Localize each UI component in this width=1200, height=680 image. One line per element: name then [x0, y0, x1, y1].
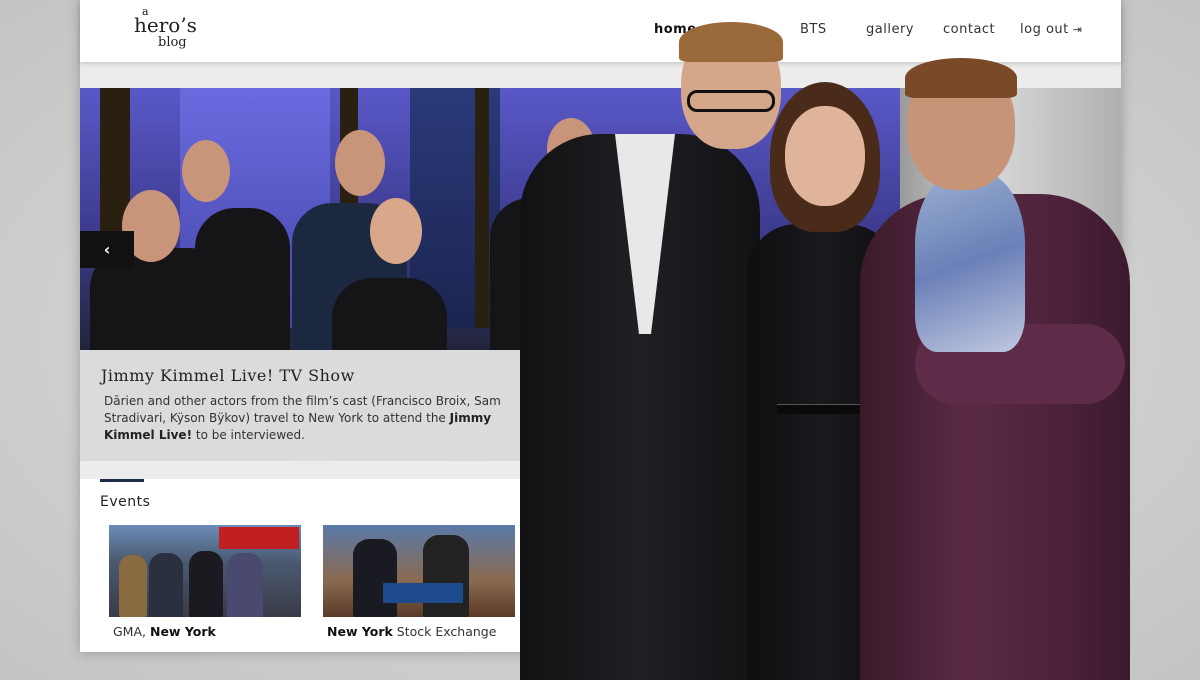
- guest-head: [370, 198, 422, 264]
- caption-text-1: Dārien and other actors from the film’s …: [104, 394, 501, 425]
- guest-head: [547, 118, 595, 180]
- events-title: Events: [100, 494, 151, 510]
- slider-prev-button[interactable]: ‹: [80, 231, 134, 268]
- guest-head: [335, 130, 385, 196]
- event-label: New York Stock Exchange: [327, 624, 497, 639]
- slide-caption: Jimmy Kimmel Live! TV Show Dārien and ot…: [80, 350, 540, 461]
- event-label: Marvel H: [541, 624, 597, 639]
- caption-text: Dārien and other actors from the film’s …: [101, 393, 520, 444]
- nav-contact[interactable]: contact: [943, 22, 995, 37]
- guest-head: [182, 140, 230, 202]
- events-section: Events GMA, New York New York Stock Exch…: [80, 479, 1121, 652]
- event-thumbnail: [537, 525, 729, 617]
- nav-logout[interactable]: log out ⇥: [1020, 22, 1082, 37]
- hero-slider: ‹ Jimmy Kimmel Live! TV Show Dārien and …: [80, 88, 1121, 461]
- caption-title: Jimmy Kimmel Live! TV Show: [101, 366, 355, 385]
- main-nav: home BTS gallery contact log out ⇥: [80, 22, 1121, 42]
- event-card[interactable]: GMA, New York: [109, 525, 301, 639]
- event-card[interactable]: New York Stock Exchange: [323, 525, 515, 639]
- logout-icon: ⇥: [1072, 23, 1083, 36]
- event-label: GMA, New York: [113, 624, 216, 639]
- event-thumbnail: [323, 525, 515, 617]
- event-thumbnail: [109, 525, 301, 617]
- logout-label: log out: [1020, 22, 1069, 37]
- bw-photo-panel: [900, 88, 1121, 461]
- studio-pillar: [475, 88, 489, 328]
- chevron-left-icon: ‹: [103, 240, 111, 259]
- events-accent-bar: [100, 479, 144, 482]
- event-card[interactable]: Marvel H: [537, 525, 729, 639]
- nav-gallery[interactable]: gallery: [866, 22, 914, 37]
- blog-page: a hero’s blog home BTS gallery contact l…: [80, 0, 1121, 652]
- nav-bts[interactable]: BTS: [800, 22, 827, 37]
- caption-text-2: to be interviewed.: [192, 428, 305, 442]
- site-header: a hero’s blog home BTS gallery contact l…: [80, 0, 1121, 62]
- nav-home[interactable]: home: [654, 22, 697, 37]
